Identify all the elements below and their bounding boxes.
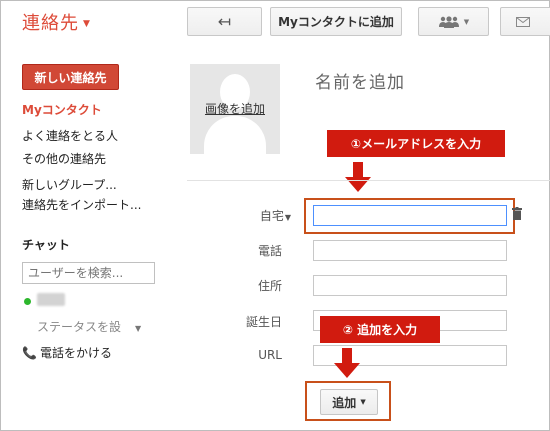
sidebar-item-import[interactable]: 連絡先をインポート... (22, 196, 141, 213)
call-phone-label: 電話をかける (39, 346, 112, 360)
new-contact-label: 新しい連絡先 (34, 70, 107, 85)
home-type-select[interactable]: 自宅▼ (231, 207, 291, 224)
annotation-step2: ② 追加を入力 (320, 316, 440, 343)
chevron-down-icon: ▼ (284, 213, 291, 222)
chevron-down-icon: ▼ (135, 324, 142, 333)
new-contact-button[interactable]: 新しい連絡先 (22, 64, 119, 90)
add-field-button[interactable]: 追加 ▼ (320, 389, 378, 415)
chevron-down-icon: ▼ (83, 19, 91, 29)
phone-icon: 📞 (22, 345, 37, 360)
arrow-down-icon (334, 348, 360, 378)
address-label: 住所 (257, 279, 282, 293)
url-label: URL (258, 348, 282, 362)
chevron-down-icon: ▼ (463, 17, 470, 26)
back-arrow-icon: ↤ (217, 12, 232, 31)
sidebar-item-my-contacts[interactable]: Myコンタクト (22, 101, 102, 118)
sidebar-item-other-contacts[interactable]: その他の連絡先 (22, 150, 106, 167)
phone-label: 電話 (257, 244, 282, 258)
birthday-label: 誕生日 (245, 315, 282, 329)
phone-field[interactable] (313, 240, 507, 261)
chevron-down-icon: ▼ (360, 398, 366, 406)
address-field[interactable] (313, 275, 507, 296)
name-field[interactable]: 名前を追加 (315, 68, 405, 93)
add-to-my-contacts-button[interactable]: Myコンタクトに追加 (270, 7, 402, 36)
status-select[interactable]: ステータスを設 ▼ (37, 318, 141, 335)
user-name-redacted (37, 293, 65, 306)
chat-heading: チャット (22, 238, 70, 252)
chat-search-input[interactable] (22, 262, 155, 284)
add-to-my-contacts-label: Myコンタクトに追加 (278, 15, 394, 29)
trash-icon[interactable] (512, 207, 522, 220)
add-field-label: 追加 (332, 395, 357, 410)
home-type-label: 自宅 (259, 209, 284, 223)
status-label: ステータスを設 (37, 320, 122, 334)
add-photo-link[interactable]: 画像を追加 (190, 100, 280, 117)
section-divider (187, 180, 550, 181)
email-field[interactable] (313, 205, 507, 226)
people-icon (438, 15, 459, 28)
app-title-label: 連絡先 (22, 13, 79, 34)
app-title-menu[interactable]: 連絡先 ▼ (22, 9, 91, 35)
contact-photo[interactable]: 画像を追加 (190, 64, 280, 154)
sidebar-item-frequent[interactable]: よく連絡をとる人 (22, 127, 118, 144)
avatar-body-shape (204, 116, 266, 154)
groups-menu-button[interactable]: ▼ (418, 7, 489, 36)
call-phone-link[interactable]: 📞 電話をかける (22, 344, 112, 361)
arrow-down-icon (345, 162, 371, 192)
email-button[interactable] (500, 7, 550, 36)
mail-icon (516, 16, 530, 27)
online-status-icon (24, 298, 31, 305)
back-button[interactable]: ↤ (187, 7, 262, 36)
sidebar-item-new-group[interactable]: 新しいグループ... (22, 176, 117, 193)
annotation-step1: ①メールアドレスを入力 (327, 130, 505, 157)
